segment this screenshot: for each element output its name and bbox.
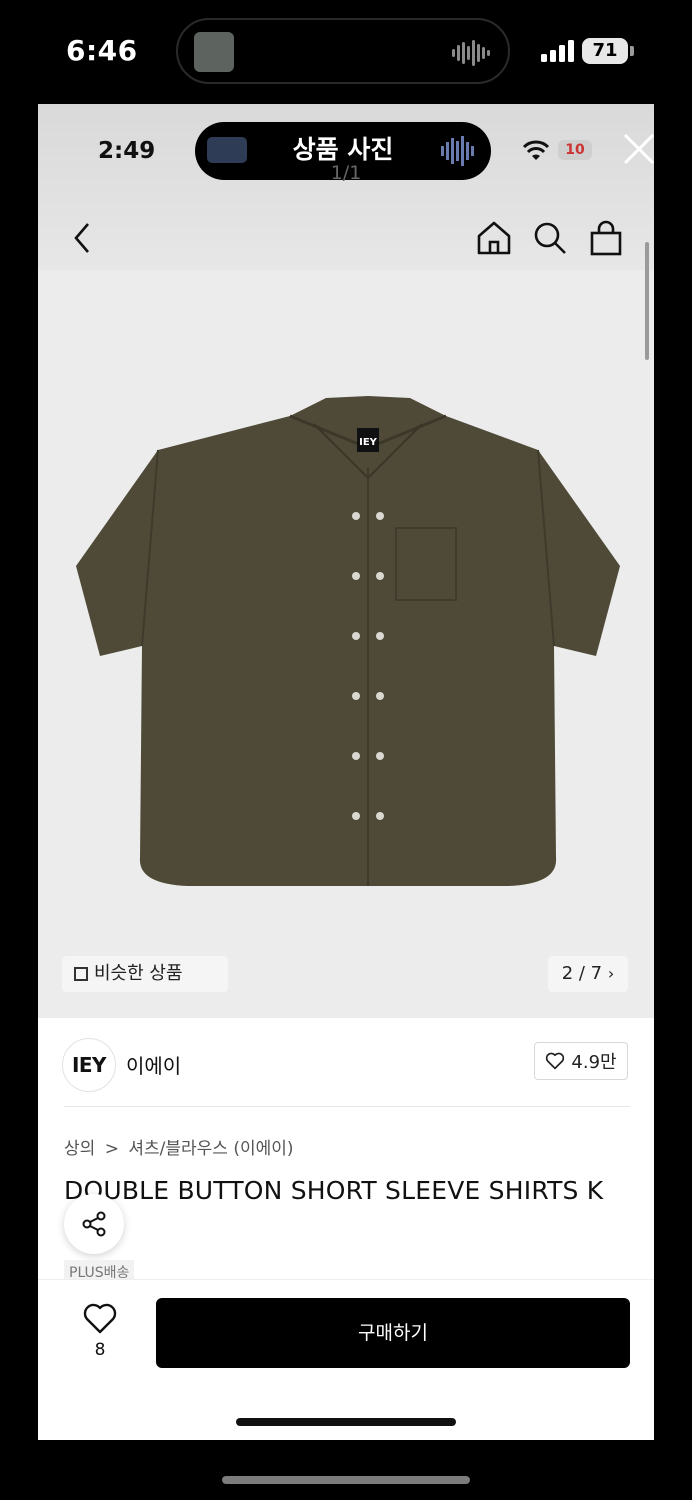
- viewer-counter: 1/1: [330, 162, 362, 184]
- bottom-action-bar: 8 구매하기: [38, 1280, 654, 1440]
- chevron-right-icon: ›: [607, 964, 615, 983]
- divider: [64, 1106, 630, 1107]
- brand-like-button[interactable]: 4.9만: [534, 1042, 628, 1080]
- brand-logo[interactable]: IEY: [62, 1038, 116, 1092]
- similar-items-icon: [74, 967, 88, 981]
- home-indicator[interactable]: [236, 1418, 456, 1426]
- battery-tip: [630, 46, 634, 56]
- cellular-signal-icon: [541, 40, 574, 62]
- share-icon: [82, 1211, 106, 1237]
- similar-products-label: 비슷한 상품: [94, 963, 183, 984]
- recording-thumbnail: [194, 32, 234, 72]
- shirt-label: IEY: [359, 437, 378, 448]
- product-image-area[interactable]: IEY 비슷한 상품 2 / 7 ›: [38, 270, 654, 1018]
- similar-products-button[interactable]: 비슷한 상품: [62, 956, 228, 992]
- heart-icon: [546, 1052, 565, 1070]
- scrollbar[interactable]: [645, 242, 649, 360]
- share-button[interactable]: [64, 1194, 124, 1254]
- pager-label: 2 / 7: [561, 963, 603, 984]
- audio-wave-icon: [452, 40, 490, 66]
- inner-status-time: 2:49: [98, 138, 156, 164]
- product-shirt-image: IEY: [76, 396, 620, 886]
- breadcrumb-separator: >: [104, 1139, 119, 1159]
- brand-name[interactable]: 이에이: [126, 1050, 181, 1079]
- image-pager[interactable]: 2 / 7 ›: [548, 956, 628, 992]
- home-icon[interactable]: [476, 220, 512, 256]
- recorded-screen: 2:49 상품 사진 1/1 10 IEY 비슷한 상품 2 / 7 › IEY…: [38, 104, 654, 1440]
- product-title: DOUBLE BUTTON SHORT SLEEVE SHIRTS K: [64, 1176, 604, 1205]
- brand-like-count: 4.9만: [571, 1052, 617, 1073]
- outer-home-indicator[interactable]: [222, 1476, 470, 1484]
- breadcrumb: 상의 > 셔츠/블라우스 (이에이): [64, 1134, 294, 1159]
- buy-button[interactable]: 구매하기: [156, 1298, 630, 1368]
- breadcrumb-subcategory[interactable]: 셔츠/블라우스 (이에이): [128, 1139, 293, 1159]
- search-icon[interactable]: [532, 220, 568, 256]
- wifi-icon: [522, 140, 550, 160]
- outer-status-time: 6:46: [66, 34, 138, 67]
- battery-icon: 71: [582, 38, 628, 64]
- back-icon[interactable]: [64, 220, 100, 256]
- shopping-bag-icon[interactable]: [588, 220, 624, 256]
- wishlist-heart-icon[interactable]: [82, 1300, 118, 1336]
- battery-icon: 10: [558, 140, 592, 160]
- breadcrumb-category[interactable]: 상의: [64, 1139, 95, 1159]
- dynamic-island[interactable]: [176, 18, 510, 84]
- wishlist-count: 8: [94, 1340, 106, 1360]
- close-icon[interactable]: [622, 132, 654, 166]
